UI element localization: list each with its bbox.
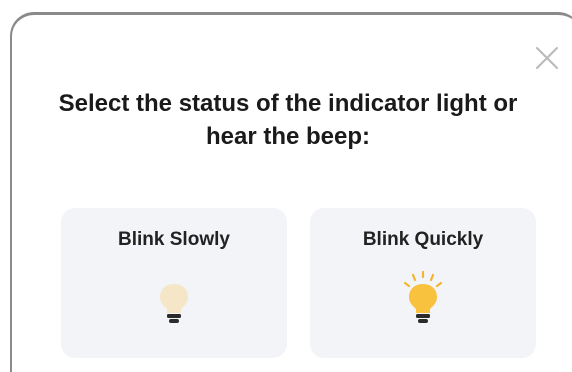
bottom-sheet: Select the status of the indicator light… [10,12,572,372]
option-card-blink-quickly[interactable]: Blink Quickly [310,208,536,358]
close-icon[interactable] [534,45,560,71]
bright-bulb-icon [403,270,443,323]
option-label: Blink Slowly [118,229,230,250]
option-card-blink-slowly[interactable]: Blink Slowly [61,208,287,358]
option-label: Blink Quickly [362,229,484,250]
dialog-title: Select the status of the indicator light… [58,90,518,150]
dim-bulb-icon [160,284,188,323]
